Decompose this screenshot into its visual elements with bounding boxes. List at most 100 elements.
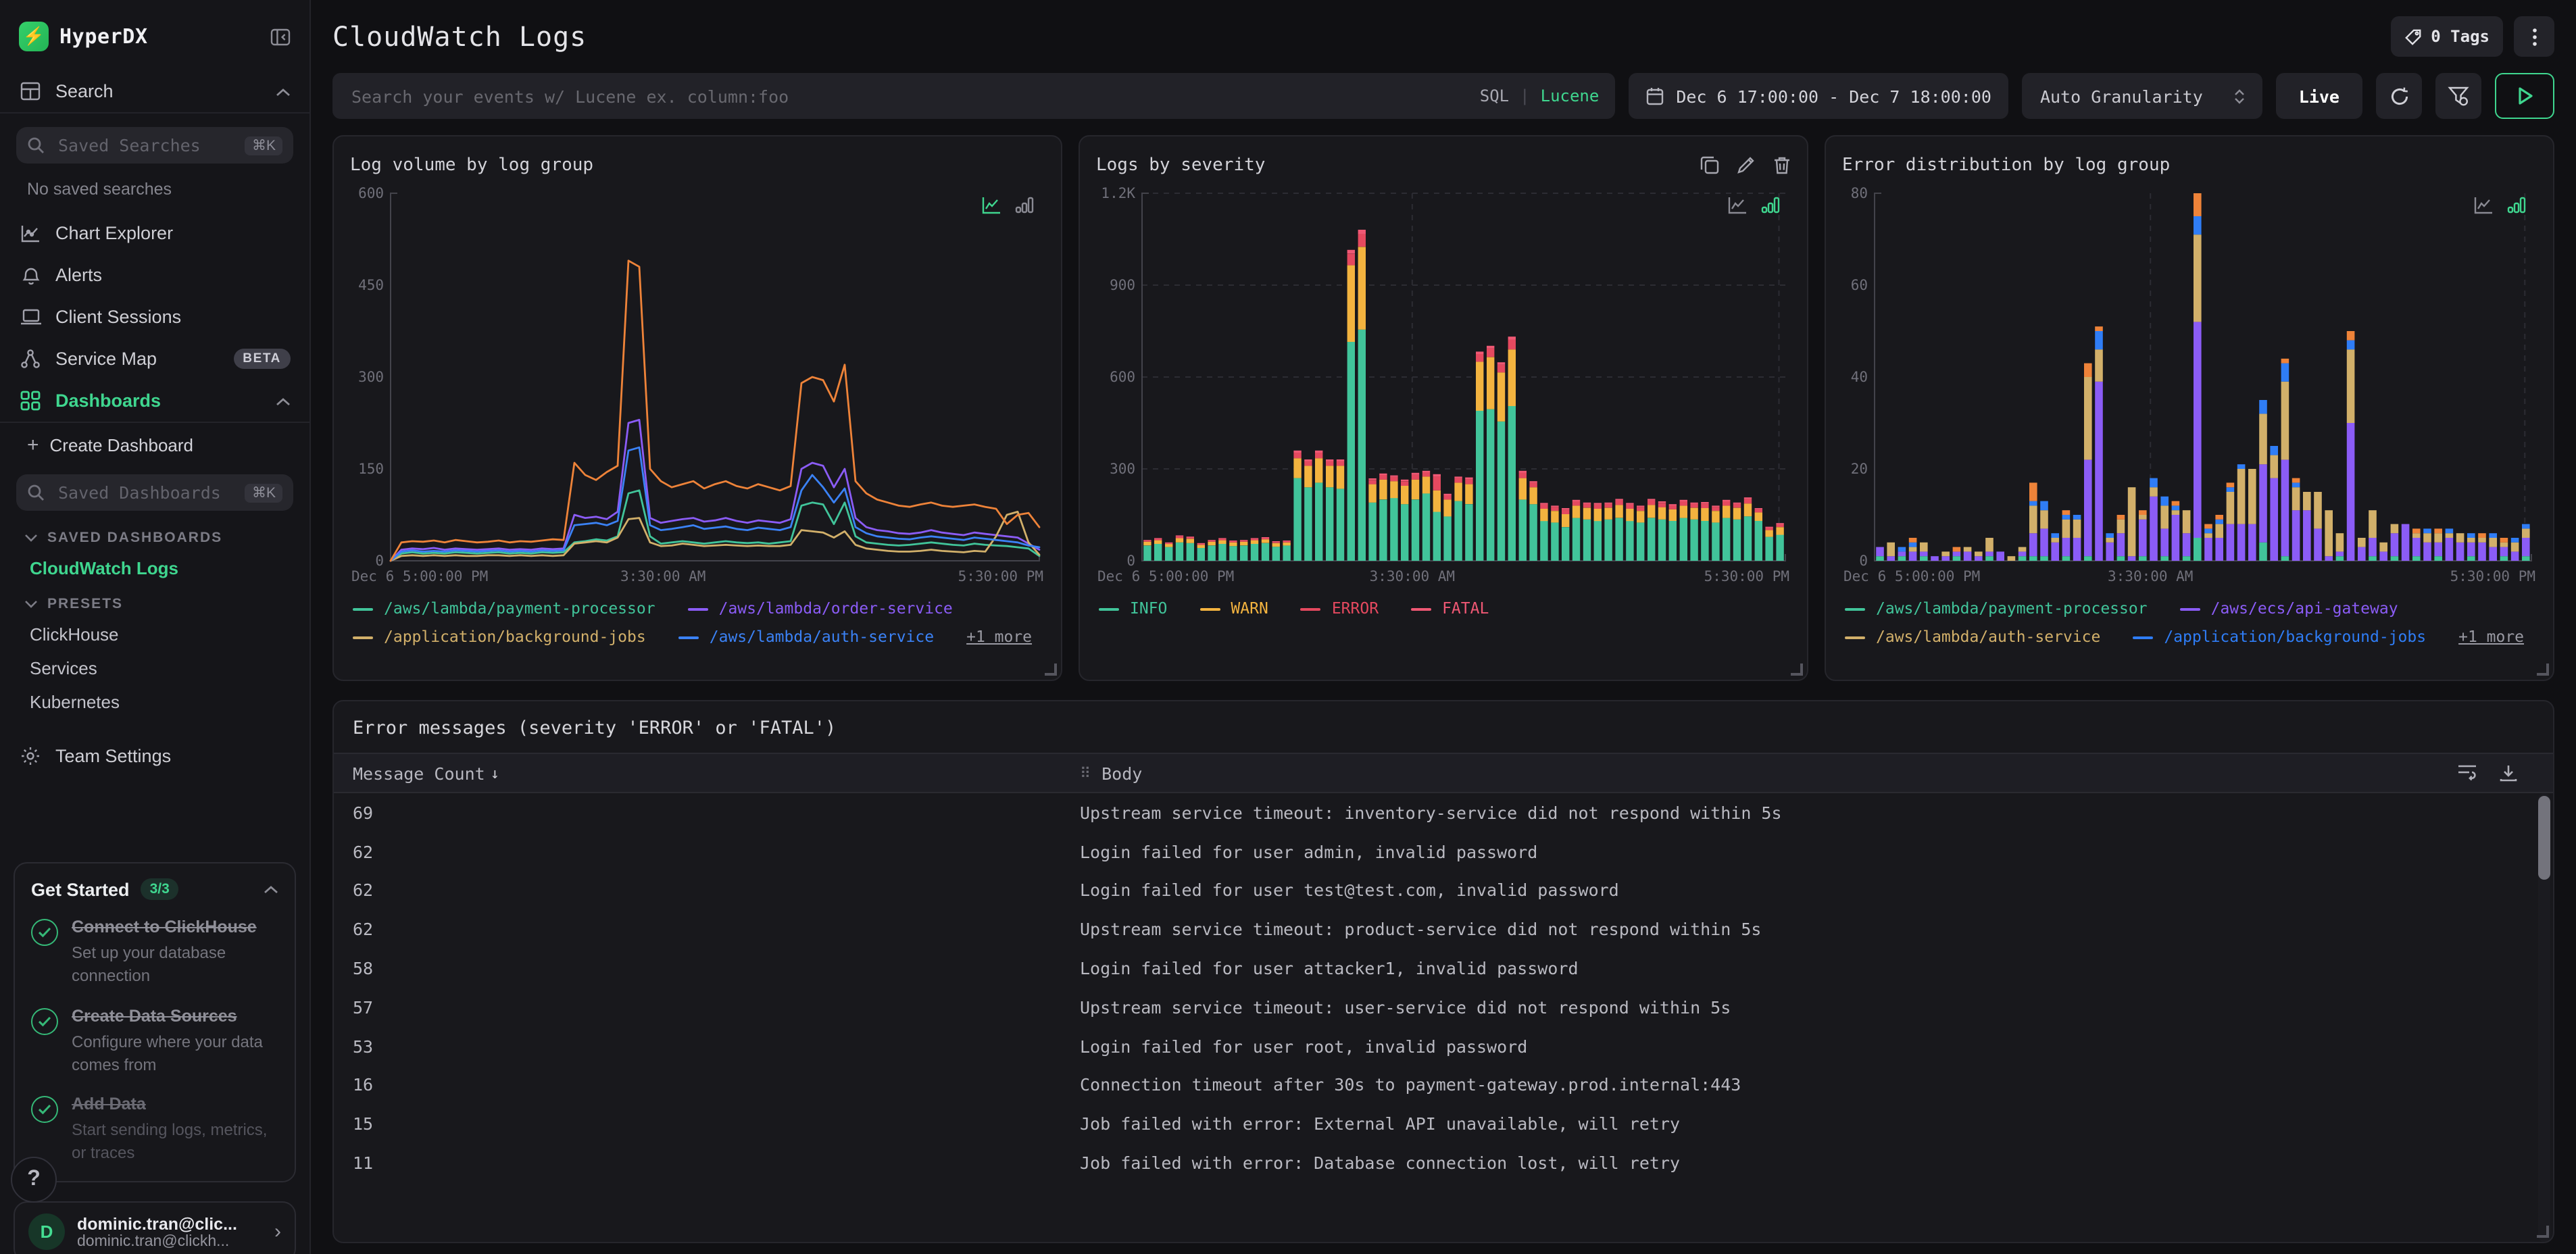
sidebar-item-dashboards[interactable]: Dashboards [0, 380, 309, 422]
table-row[interactable]: 11 Job failed with error: Database connec… [334, 1143, 2553, 1182]
task-connect-clickhouse[interactable]: Connect to ClickHouse Set up your databa… [31, 915, 278, 987]
kebab-menu-button[interactable] [2514, 16, 2554, 57]
legend-item[interactable]: /application/background-jobs [2133, 624, 2426, 650]
sidebar-item-team-settings[interactable]: Team Settings [0, 735, 309, 777]
legend-item[interactable]: /aws/lambda/auth-service [1845, 624, 2100, 650]
scrollbar-thumb[interactable] [2538, 796, 2550, 880]
table-row[interactable]: 62 Login failed for user admin, invalid p… [334, 832, 2553, 872]
live-button[interactable]: Live [2275, 73, 2362, 119]
legend-item[interactable]: /aws/lambda/auth-service [678, 624, 934, 650]
legend-item[interactable]: INFO [1099, 596, 1167, 622]
svg-text:1.2K: 1.2K [1101, 185, 1135, 201]
svg-text:80: 80 [1851, 185, 1868, 201]
user-profile[interactable]: D dominic.tran@clic... dominic.tran@clic… [14, 1201, 296, 1254]
sidebar-item-alerts[interactable]: Alerts [0, 254, 309, 296]
lang-sql-toggle[interactable]: SQL [1480, 86, 1509, 105]
legend-item[interactable]: /aws/lambda/order-service [687, 596, 953, 622]
column-header-body[interactable]: ⠿ Body [1080, 763, 2457, 783]
check-circle-icon [31, 1007, 58, 1035]
saved-dashboards-input[interactable] [55, 481, 234, 504]
chevron-up-icon[interactable] [276, 81, 291, 101]
task-create-data-sources[interactable]: Create Data Sources Configure where your… [31, 1004, 278, 1076]
table-row[interactable]: 53 Login failed for user root, invalid pa… [334, 1027, 2553, 1066]
chart-explorer-icon [19, 224, 42, 243]
bar-view-toggle[interactable] [1761, 196, 1780, 215]
sidebar-item-client-sessions[interactable]: Client Sessions [0, 296, 309, 338]
sidebar-preset-kubernetes[interactable]: Kubernetes [0, 685, 309, 719]
saved-dashboards-search[interactable]: ⌘K [16, 474, 293, 511]
cell-body: Upstream service timeout: product-servic… [1080, 919, 1762, 940]
event-search-box[interactable]: SQL | Lucene [332, 73, 1616, 119]
table-row[interactable]: 62 Upstream service timeout: product-serv… [334, 910, 2553, 949]
calendar-icon [1646, 86, 1664, 105]
lang-lucene-toggle[interactable]: Lucene [1541, 86, 1600, 105]
cell-message-count: 11 [353, 1153, 374, 1174]
chevron-down-icon [25, 534, 37, 542]
run-query-button[interactable] [2495, 73, 2554, 119]
line-view-toggle[interactable] [1727, 196, 1748, 215]
legend-item[interactable]: /application/background-jobs [353, 624, 646, 650]
legend-swatch [2179, 607, 2200, 610]
delete-panel-icon[interactable] [1773, 155, 1791, 174]
edit-panel-icon[interactable] [1737, 155, 1756, 174]
svg-text:60: 60 [1851, 277, 1868, 293]
drag-handle-icon[interactable]: ⠿ [1080, 764, 1091, 782]
chevron-up-icon[interactable] [264, 877, 278, 901]
granularity-select[interactable]: Auto Granularity [2022, 73, 2262, 119]
legend-item[interactable]: /aws/ecs/api-gateway [2179, 596, 2398, 622]
sidebar: ⚡ HyperDX Search ⌘K No saved searches [0, 0, 311, 1254]
task-add-data[interactable]: Add Data Start sending logs, metrics, or… [31, 1093, 278, 1165]
table-row[interactable]: 57 Upstream service timeout: user-service… [334, 988, 2553, 1027]
date-range-button[interactable]: Dec 6 17:00:00 - Dec 7 18:00:00 [1629, 73, 2009, 119]
bar-view-toggle[interactable] [2507, 196, 2526, 215]
legend-more-link[interactable]: +1 more [966, 624, 1032, 650]
tags-label: 0 Tags [2431, 27, 2490, 46]
download-icon[interactable] [2499, 763, 2518, 782]
sidebar-dashboard-cloudwatch-logs[interactable]: CloudWatch Logs [0, 551, 309, 585]
legend-more-link[interactable]: +1 more [2458, 624, 2524, 650]
legend-item[interactable]: /aws/lambda/payment-processor [1845, 596, 2148, 622]
help-button[interactable]: ? [11, 1157, 57, 1203]
refresh-button[interactable] [2376, 73, 2422, 119]
table-row[interactable]: 15 Job failed with error: External API un… [334, 1105, 2553, 1144]
legend-item[interactable]: ERROR [1300, 596, 1379, 622]
legend-item[interactable]: FATAL [1411, 596, 1489, 622]
cell-message-count: 62 [353, 919, 374, 940]
error-distribution-chart: 0 20 40 60 80 Dec 6 5:00:00 PM 3:30:00 AM 5:30:… [1842, 182, 2537, 588]
section-saved-dashboards[interactable]: SAVED DASHBOARDS [0, 519, 309, 551]
create-dashboard-button[interactable]: + Create Dashboard [0, 423, 309, 461]
sidebar-preset-clickhouse[interactable]: ClickHouse [0, 618, 309, 651]
legend-item[interactable]: /aws/lambda/payment-processor [353, 596, 655, 622]
duplicate-panel-icon[interactable] [1700, 155, 1719, 174]
table-row[interactable]: 69 Upstream service timeout: inventory-se… [334, 793, 2553, 832]
line-view-toggle[interactable] [2473, 196, 2494, 215]
filter-button[interactable] [2435, 73, 2481, 119]
chart-legend: /aws/lambda/payment-processor/aws/lambda… [350, 588, 1045, 653]
sidebar-item-search[interactable]: Search [0, 70, 309, 112]
bar-view-toggle[interactable] [1015, 196, 1034, 215]
table-row[interactable]: 62 Login failed for user test@test.com, i… [334, 871, 2553, 910]
saved-searches-input[interactable] [55, 134, 234, 157]
legend-swatch [1099, 607, 1119, 610]
tags-button[interactable]: 0 Tags [2390, 16, 2503, 57]
legend-swatch [1411, 607, 1432, 610]
svg-text:5:30:00 PM: 5:30:00 PM [958, 568, 1043, 584]
line-view-toggle[interactable] [981, 196, 1001, 215]
sidebar-item-service-map[interactable]: Service Map BETA [0, 338, 309, 380]
column-header-message-count[interactable]: Message Count ↓ [334, 763, 1080, 783]
sidebar-item-chart-explorer[interactable]: Chart Explorer [0, 212, 309, 254]
sidebar-preset-services[interactable]: Services [0, 651, 309, 685]
table-row[interactable]: 16 Connection timeout after 30s to paymen… [334, 1065, 2553, 1105]
cell-body: Login failed for user admin, invalid pas… [1080, 841, 1538, 862]
event-search-input[interactable] [349, 84, 1480, 107]
sidebar-collapse-icon[interactable] [270, 28, 291, 45]
scrollbar-track[interactable] [2538, 793, 2550, 1242]
section-presets[interactable]: PRESETS [0, 585, 309, 618]
legend-item[interactable]: WARN [1199, 596, 1268, 622]
chevron-up-icon[interactable] [276, 391, 291, 411]
wrap-text-icon[interactable] [2457, 763, 2477, 782]
table-row[interactable]: 58 Login failed for user attacker1, inval… [334, 949, 2553, 988]
get-started-progress-badge: 3/3 [140, 878, 179, 901]
saved-searches-search[interactable]: ⌘K [16, 127, 293, 164]
table-header: Message Count ↓ ⠿ Body [334, 753, 2553, 793]
